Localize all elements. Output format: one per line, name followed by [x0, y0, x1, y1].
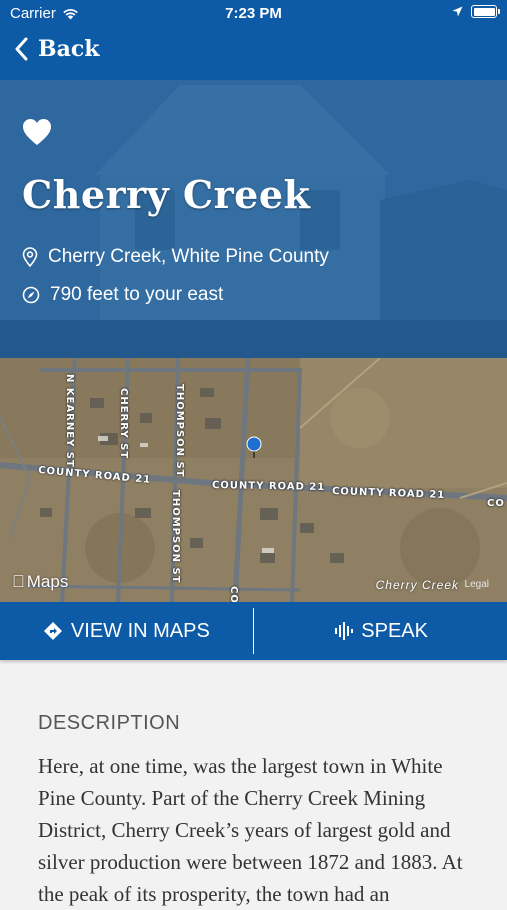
status-bar: Carrier 7:23 PM	[0, 0, 507, 28]
status-time: 7:23 PM	[225, 5, 282, 22]
hero-background-image	[0, 80, 507, 358]
description-body: Here, at one time, was the largest town …	[38, 754, 463, 906]
page-title: Cherry Creek	[22, 172, 311, 217]
compass-icon	[22, 286, 40, 304]
road-label-thompson-bottom: THOMPSON ST	[170, 490, 181, 584]
speak-label: SPEAK	[361, 619, 428, 642]
location-text: Cherry Creek, White Pine County	[48, 246, 329, 267]
back-button[interactable]: Back	[14, 36, 100, 62]
heart-icon[interactable]	[22, 118, 52, 146]
distance-text: 790 feet to your east	[50, 284, 224, 305]
road-label-kearney: N KEARNEY ST	[64, 374, 75, 468]
maps-logo-text: Maps	[14, 572, 69, 591]
map-view[interactable]: COUNTY ROAD 21 COUNTY ROAD 21 COUNTY ROA…	[0, 358, 507, 602]
location-arrow-icon	[452, 6, 463, 17]
status-right	[452, 5, 500, 18]
description-heading: DESCRIPTION	[38, 712, 181, 734]
road-label-thompson-top: THOMPSON ST	[174, 384, 185, 478]
battery-icon	[471, 5, 500, 18]
hero-header: Cherry Creek Cherry Creek, White Pine Co…	[0, 80, 507, 358]
map-location-pin-icon[interactable]	[246, 436, 262, 458]
apple-icon: 	[12, 572, 25, 592]
location-row: Cherry Creek, White Pine County	[22, 246, 329, 268]
audio-waveform-icon	[335, 622, 354, 640]
action-bar: VIEW IN MAPS SPEAK	[0, 602, 507, 660]
road-label-county-road-mid: COUNTY ROAD 21	[211, 480, 326, 493]
view-in-maps-button[interactable]: VIEW IN MAPS	[0, 602, 253, 660]
speak-button[interactable]: SPEAK	[254, 602, 507, 660]
map-place-label: Cherry Creek	[375, 578, 459, 592]
chevron-left-icon	[15, 37, 28, 61]
distance-row: 790 feet to your east	[22, 284, 223, 306]
map-legal-link[interactable]: Legal	[465, 579, 489, 590]
back-label: Back	[38, 36, 100, 62]
map-pin-icon	[22, 247, 38, 267]
view-in-maps-label: VIEW IN MAPS	[70, 619, 210, 642]
directions-icon	[43, 622, 62, 640]
road-label-bottom: CO	[228, 586, 239, 602]
road-label-county-road-edge: CO	[487, 498, 505, 509]
navigation-bar: Back	[0, 28, 507, 80]
apple-maps-logo:  Maps	[12, 572, 68, 592]
road-label-cherry: CHERRY ST	[118, 388, 129, 460]
